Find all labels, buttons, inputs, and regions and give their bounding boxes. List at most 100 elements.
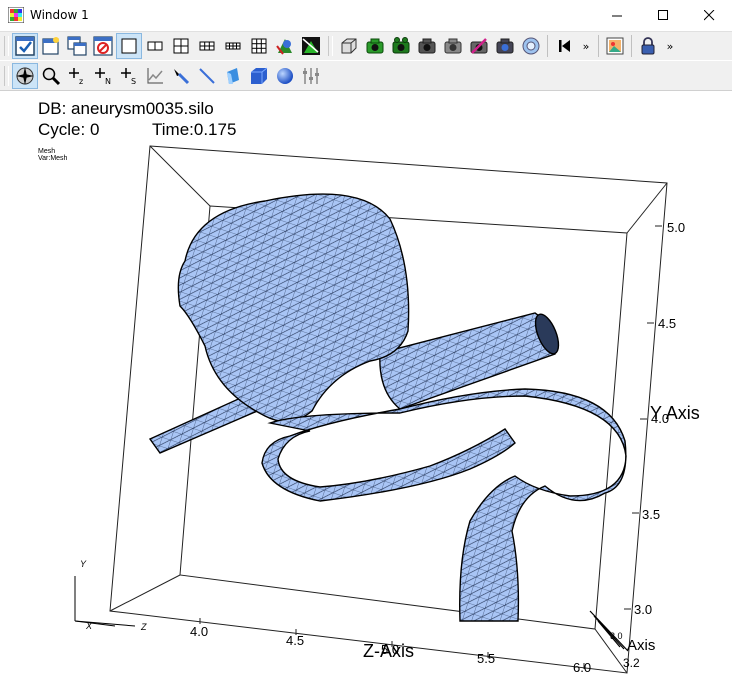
toolbar-grip[interactable] xyxy=(4,36,9,56)
triad-z-label: Z xyxy=(141,622,147,632)
print-window-button[interactable] xyxy=(414,33,440,59)
recenter-view-button[interactable] xyxy=(518,33,544,59)
layout-2x4-button[interactable] xyxy=(220,33,246,59)
toolbar-separator xyxy=(547,35,548,57)
layout-3x3-icon xyxy=(251,38,267,54)
visit-app-icon xyxy=(8,7,24,23)
sphere-tool-button[interactable] xyxy=(272,63,298,89)
delete-window-button[interactable] xyxy=(90,33,116,59)
clear-view-button[interactable] xyxy=(466,33,492,59)
toolbar-grip-3[interactable] xyxy=(4,65,9,86)
navigate-mode-icon xyxy=(302,37,320,55)
layout-3x3-button[interactable] xyxy=(246,33,272,59)
camera-dark-green-icon xyxy=(392,37,410,54)
toolbar-overflow-2[interactable]: » xyxy=(661,40,679,53)
toolbar-separator-3 xyxy=(631,35,632,57)
layout-2x4-icon xyxy=(225,42,241,50)
lineout-button[interactable] xyxy=(168,63,194,89)
box-tool-icon xyxy=(251,67,268,84)
mesh-render-canvas[interactable] xyxy=(0,91,732,685)
curve-chart-icon xyxy=(147,67,163,84)
y-tick-label: 4.5 xyxy=(658,316,677,331)
minimize-button[interactable] xyxy=(594,0,640,30)
save-movie-button[interactable] xyxy=(388,33,414,59)
layout-2x2-button[interactable] xyxy=(168,33,194,59)
svg-text:S: S xyxy=(131,77,136,86)
toolbar-overflow-1[interactable]: » xyxy=(577,40,595,53)
layout-2x2-icon xyxy=(173,38,189,54)
minimize-icon xyxy=(611,15,622,16)
copy-view-button[interactable] xyxy=(440,33,466,59)
render-viewport[interactable]: DB: aneurysm0035.silo Cycle: 0 Time:0.17… xyxy=(0,91,732,685)
layout-1x1-icon xyxy=(121,38,137,54)
image-frame-icon xyxy=(606,37,624,55)
axis-restriction-button[interactable] xyxy=(298,63,324,89)
lock-view-button[interactable] xyxy=(635,33,661,59)
lock-icon xyxy=(641,37,655,55)
camera-red-icon xyxy=(470,38,488,54)
toolbar-grip-2[interactable] xyxy=(328,36,333,56)
target-icon xyxy=(522,37,540,55)
database-label: DB: aneurysm0035.silo xyxy=(38,99,214,118)
camera-blue-icon xyxy=(496,38,514,54)
spreadsheet-pick-button[interactable]: S xyxy=(116,63,142,89)
layout-2x3-icon xyxy=(199,41,215,51)
spin-mode-icon xyxy=(276,39,292,55)
layout-1x1-button[interactable] xyxy=(116,33,142,59)
add-window-button[interactable] xyxy=(38,33,64,59)
magnifier-icon xyxy=(42,67,61,85)
line-tool-button[interactable] xyxy=(194,63,220,89)
sphere-tool-icon xyxy=(277,67,293,84)
maximize-icon xyxy=(657,9,668,20)
close-icon xyxy=(703,9,714,20)
y-axis-title: Y Axis xyxy=(650,403,700,423)
curve-pick-button[interactable] xyxy=(142,63,168,89)
title-bar: Window 1 xyxy=(0,0,732,30)
toggle-mode-button[interactable] xyxy=(298,33,324,59)
triad-y-label: Y xyxy=(80,559,87,569)
clone-window-button[interactable] xyxy=(64,33,90,59)
layout-2x3-button[interactable] xyxy=(194,33,220,59)
line-tool-icon xyxy=(199,67,215,84)
z-axis-title: Z-Axis xyxy=(363,641,414,661)
cycle-label: Cycle: 0 xyxy=(38,120,100,139)
lower-vessel xyxy=(261,388,627,622)
animation-reverse-button[interactable] xyxy=(551,33,577,59)
box-tool-button[interactable] xyxy=(246,63,272,89)
maximize-button[interactable] xyxy=(640,0,686,30)
svg-text:z: z xyxy=(79,77,83,86)
z-tick-label: 4.5 xyxy=(286,633,305,648)
node-pick-button[interactable]: N xyxy=(90,63,116,89)
triad-x-label: X xyxy=(86,621,93,631)
navigate-mode-button[interactable] xyxy=(12,62,38,89)
y-tick-label: 3.5 xyxy=(642,507,661,522)
x-tick-label-partial: 3.0 xyxy=(610,631,623,641)
camera-green-icon xyxy=(366,38,384,54)
bounding-box-button[interactable] xyxy=(336,33,362,59)
aneurysm-sac xyxy=(177,193,410,423)
plane-tool-button[interactable] xyxy=(220,63,246,89)
y-tick-label: 5.0 xyxy=(667,220,686,235)
window-info-button[interactable] xyxy=(602,33,628,59)
delete-window-icon xyxy=(93,36,113,56)
camera-grey-icon xyxy=(418,38,436,54)
lineout-pointer-icon xyxy=(174,68,190,84)
toggle-spin-button[interactable] xyxy=(272,33,298,59)
legend-var-name: Var:Mesh xyxy=(38,155,68,162)
z-tick-label: 6.0 xyxy=(573,660,592,675)
zoom-mode-button[interactable] xyxy=(38,63,64,89)
reset-view-button[interactable] xyxy=(492,33,518,59)
activate-window-button[interactable] xyxy=(12,33,38,59)
layout-1x2-button[interactable] xyxy=(142,33,168,59)
pick-z-icon: z xyxy=(69,67,83,86)
pick-n-icon: N xyxy=(95,67,111,86)
legend-plot-name: Mesh xyxy=(38,148,56,155)
zone-pick-button[interactable]: z xyxy=(64,63,90,89)
svg-text:N: N xyxy=(105,77,111,86)
close-button[interactable] xyxy=(686,0,732,30)
sliders-icon xyxy=(303,67,319,84)
layout-1x2-icon xyxy=(147,41,163,51)
save-image-button[interactable] xyxy=(362,33,388,59)
wireframe-box-icon xyxy=(341,38,357,54)
clone-window-icon xyxy=(67,36,87,56)
